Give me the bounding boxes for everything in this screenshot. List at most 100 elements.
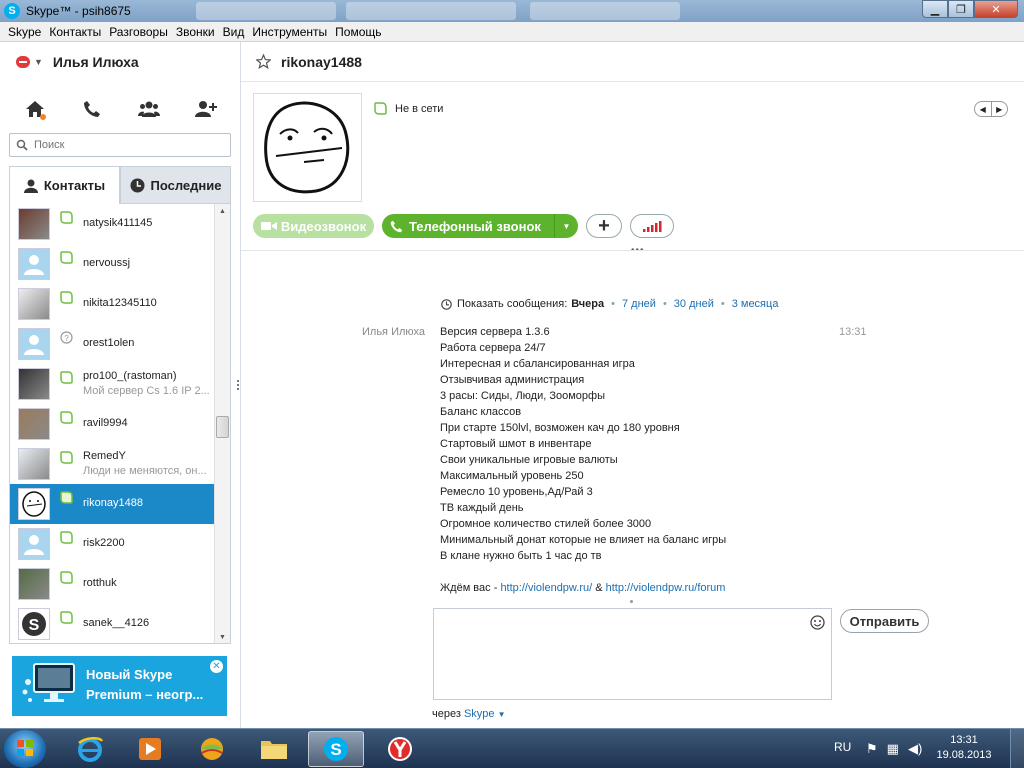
tray-flag-icon[interactable]: ⚑ [866,741,878,757]
range-3-months-link[interactable]: 3 месяца [732,298,779,310]
call-quality-button[interactable] [630,214,674,238]
menu-help[interactable]: Помощь [331,25,385,39]
close-button[interactable]: ✕ [974,0,1018,18]
taskbar-skype[interactable]: S [308,731,364,767]
message-line: В клане нужно быть 1 час до тв [440,550,602,562]
menu-skype[interactable]: Skype [4,25,45,39]
contact-row[interactable]: ? orest1olen [10,324,230,364]
contact-row[interactable]: nervoussj [10,244,230,284]
tray-network-icon[interactable]: ▦ [887,741,899,757]
next-arrow-icon[interactable]: ▶ [992,102,1008,116]
search-box[interactable] [9,133,231,157]
tab-contacts[interactable]: Контакты [9,166,120,204]
taskbar-file-explorer[interactable] [246,731,302,767]
contact-row[interactable]: RemedY Люди не меняются, он... [10,444,230,484]
scroll-thumb[interactable] [216,416,229,438]
taskbar-internet-explorer[interactable] [62,731,118,767]
contact-row[interactable]: Ssanek__4126 [10,604,230,643]
menu-calls[interactable]: Звонки [172,25,219,39]
search-input[interactable] [34,139,214,151]
favorite-star-icon[interactable] [256,54,271,69]
taskbar-media-player[interactable] [122,731,178,767]
contact-list-scrollbar[interactable]: ▲ ▼ [214,204,230,643]
taskbar-yandex-browser[interactable] [372,731,428,767]
status-dropdown-caret-icon[interactable]: ▼ [34,57,43,67]
menu-view[interactable]: Вид [219,25,249,39]
contact-list[interactable]: natysik411145 nervoussj nikita12345110? ore… [9,204,231,644]
contact-row[interactable]: risk2200 [10,524,230,564]
menu-contacts[interactable]: Контакты [45,25,105,39]
contact-row[interactable]: natysik411145 [10,204,230,244]
video-camera-icon [260,222,277,230]
contact-name: ravil9994 [83,417,128,429]
user-status-row[interactable]: ▼ Илья Илюха [0,42,241,82]
phone-call-button[interactable]: Телефонный звонок ▼ [382,214,578,238]
message-link-separator: & [592,582,606,594]
message-line: Интересная и сбалансированная игра [440,358,635,370]
contact-row[interactable]: nikita12345110 [10,284,230,324]
panel-splitter-handle[interactable] [237,380,240,394]
svg-text:S: S [29,617,40,634]
message-line: ТВ каждый день [440,502,524,514]
send-button[interactable]: Отправить [840,609,929,633]
show-desktop-button[interactable] [1010,729,1024,768]
compose-resize-dot[interactable] [630,600,633,603]
home-button[interactable] [20,94,50,124]
offline-status-icon [60,291,73,304]
tab-recent[interactable]: Последние [120,166,231,204]
message-line: Работа сервера 24/7 [440,342,546,354]
call-phone-button[interactable] [77,94,107,124]
prev-arrow-icon[interactable]: ◀ [975,102,992,116]
via-skype-link[interactable]: Skype [464,708,495,720]
person-icon [23,179,38,193]
contact-avatar [18,528,50,560]
via-dropdown-caret-icon[interactable]: ▼ [498,710,506,719]
promo-close-icon[interactable]: ✕ [210,660,223,673]
contact-row[interactable]: pro100_(rastoman) Мой сервер Cs 1.6 IP 2.… [10,364,230,404]
add-contact-button[interactable] [191,94,221,124]
user-name[interactable]: Илья Илюха [53,54,139,70]
server-site-link[interactable]: http://violendpw.ru/ [500,582,592,594]
keyboard-language[interactable]: RU [834,740,851,754]
tab-recent-label: Последние [150,177,222,193]
presence-row: Не в сети [374,102,443,115]
menu-tools[interactable]: Инструменты [248,25,331,39]
taskbar-browser[interactable] [184,731,240,767]
scroll-up-arrow-icon[interactable]: ▲ [215,204,230,218]
contact-row[interactable]: rikonay1488 [10,484,230,524]
start-button[interactable] [4,730,46,768]
maximize-button[interactable]: ❐ [948,0,974,18]
contact-row[interactable]: rotthuk [10,564,230,604]
range-30-days-link[interactable]: 30 дней [674,298,714,310]
history-navigator[interactable]: ◀ ▶ [974,101,1008,117]
add-plus-button[interactable]: + [586,214,622,238]
group-button[interactable] [134,94,164,124]
unknown-status-icon: ? [60,331,73,344]
window-controls: ▁ ❐ ✕ [922,0,1018,18]
contact-avatar [18,248,50,280]
menu-conversations[interactable]: Разговоры [105,25,172,39]
offline-status-icon [60,491,73,504]
call-dropdown-caret-icon[interactable]: ▼ [554,214,578,238]
smiley-icon[interactable] [810,615,825,630]
server-forum-link[interactable]: http://violendpw.ru/forum [606,582,726,594]
tray-volume-icon[interactable]: ◀) [908,741,922,757]
plus-icon: + [598,214,610,237]
message-compose-box[interactable] [433,608,832,700]
poker-face-avatar-icon [264,101,350,194]
contact-row[interactable]: ravil9994 [10,404,230,444]
taskbar-clock[interactable]: 13:31 19.08.2013 [934,733,994,763]
range-7-days-link[interactable]: 7 дней [622,298,656,310]
contact-avatar [18,408,50,440]
premium-promo-banner[interactable]: Новый Skype Premium – неогр... ✕ [12,656,227,716]
separator-dot: • [720,298,725,310]
do-not-disturb-status-icon[interactable] [16,56,30,68]
phone-icon [390,220,403,232]
separator-dot: • [611,298,615,310]
notification-dot [39,114,46,120]
add-contact-icon [195,101,218,117]
offline-status-icon [60,531,73,544]
minimize-button[interactable]: ▁ [922,0,948,18]
video-call-button[interactable]: Видеозвонок [253,214,374,238]
scroll-down-arrow-icon[interactable]: ▼ [215,630,230,643]
